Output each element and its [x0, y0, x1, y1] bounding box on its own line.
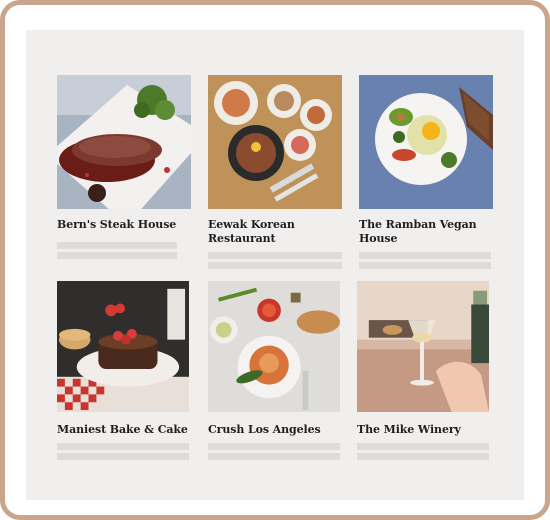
- restaurant-photo[interactable]: [359, 75, 493, 209]
- restaurant-name[interactable]: Crush Los Angeles: [208, 423, 342, 437]
- restaurant-name[interactable]: The Mike Winery: [357, 423, 491, 437]
- placeholder-line: [57, 453, 189, 460]
- placeholder-line: [208, 252, 342, 259]
- restaurant-card[interactable]: The Mike Winery: [357, 281, 495, 460]
- restaurant-name[interactable]: Eewak Korean Restaurant: [208, 218, 342, 246]
- placeholder-line: [357, 443, 489, 450]
- restaurant-photo[interactable]: [57, 281, 189, 412]
- placeholder-line: [208, 262, 342, 269]
- restaurant-card[interactable]: Bern's Steak House: [57, 75, 195, 259]
- restaurant-photo[interactable]: [57, 75, 191, 209]
- restaurant-name[interactable]: The Ramban Vegan House: [359, 218, 493, 246]
- restaurant-card[interactable]: Maniest Bake & Cake: [57, 281, 195, 460]
- placeholder-line: [359, 252, 491, 259]
- placeholder-line: [57, 252, 177, 259]
- restaurant-photo[interactable]: [208, 75, 342, 209]
- placeholder-line: [357, 453, 489, 460]
- restaurant-photo[interactable]: [357, 281, 489, 412]
- placeholder-line: [208, 453, 340, 460]
- restaurant-name[interactable]: Bern's Steak House: [57, 218, 191, 232]
- restaurant-photo[interactable]: [208, 281, 340, 412]
- restaurant-grid: Bern's Steak House Eewak Korean Restaura…: [26, 30, 524, 500]
- placeholder-line: [208, 443, 340, 450]
- restaurant-card[interactable]: The Ramban Vegan House: [359, 75, 497, 269]
- restaurant-card[interactable]: Crush Los Angeles: [208, 281, 346, 460]
- placeholder-line: [359, 262, 491, 269]
- placeholder-line: [57, 242, 177, 249]
- restaurant-name[interactable]: Maniest Bake & Cake: [57, 423, 191, 437]
- placeholder-line: [57, 443, 189, 450]
- restaurant-card[interactable]: Eewak Korean Restaurant: [208, 75, 346, 269]
